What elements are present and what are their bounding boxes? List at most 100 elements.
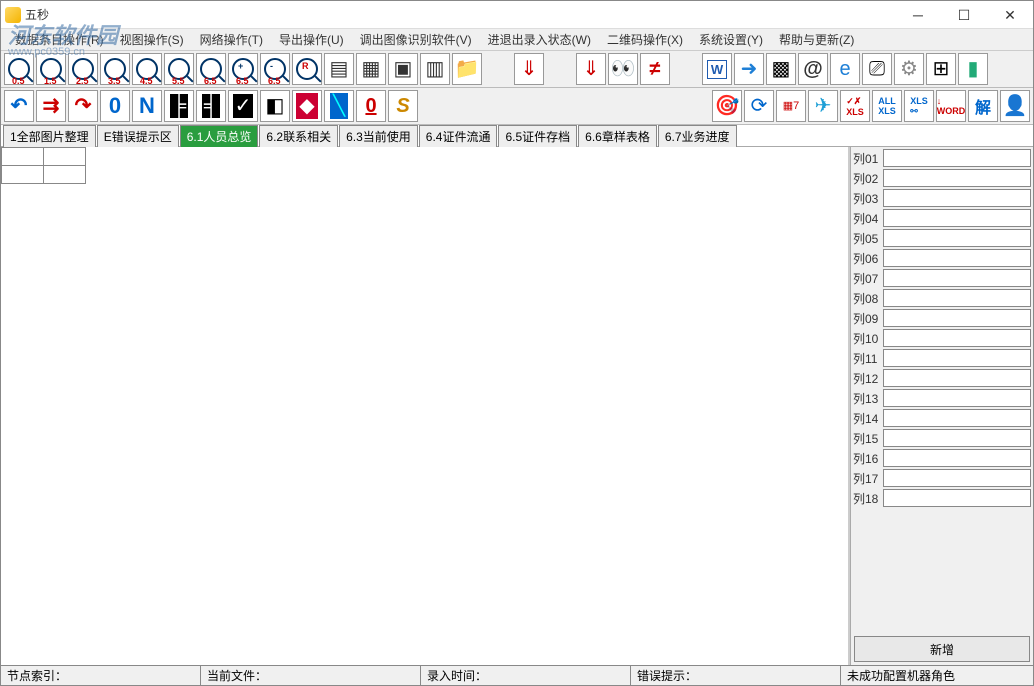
redo-next-button[interactable]: ⇉ — [36, 90, 66, 122]
field-input[interactable] — [883, 269, 1031, 287]
split-button[interactable]: ◧ — [260, 90, 290, 122]
solve-button[interactable]: 解 — [968, 90, 998, 122]
s-button[interactable]: S — [388, 90, 418, 122]
menu-item[interactable]: 导出操作(U) — [271, 29, 352, 50]
calendar-icon[interactable]: ▦7 — [776, 90, 806, 122]
field-input[interactable] — [883, 449, 1031, 467]
field-input[interactable] — [883, 289, 1031, 307]
at-icon[interactable]: @ — [798, 53, 828, 85]
settings-icon[interactable]: ⚙ — [894, 53, 924, 85]
not-equal-button[interactable]: ≠ — [640, 53, 670, 85]
maximize-button[interactable]: ☐ — [941, 1, 987, 29]
word-icon[interactable]: W — [702, 53, 732, 85]
diag-button[interactable]: ╲ — [324, 90, 354, 122]
magnifier-button[interactable]: -6.5 — [260, 53, 290, 85]
check-button[interactable]: ✓ — [228, 90, 258, 122]
refresh-icon[interactable]: 🎯 — [712, 90, 742, 122]
menu-item[interactable]: 调出图像识别软件(V) — [352, 29, 480, 50]
folder-button[interactable]: 📁 — [452, 53, 482, 85]
magnifier-button[interactable]: R — [292, 53, 322, 85]
field-input[interactable] — [883, 349, 1031, 367]
minimize-button[interactable]: ─ — [895, 1, 941, 29]
magnifier-button[interactable]: 3.5 — [100, 53, 130, 85]
add-button[interactable]: 新增 — [854, 636, 1030, 662]
tab[interactable]: E错误提示区 — [97, 125, 179, 147]
toolbar-row-2: ↶⇉↷0N╞╡✓◧◆╲0S🎯⟳▦7✈✓✗XLSALLXLSXLS⚯↓WORD解👤 — [1, 88, 1033, 125]
xls-all-icon[interactable]: ALLXLS — [872, 90, 902, 122]
magnifier-button[interactable]: 0.5 — [4, 53, 34, 85]
field-input[interactable] — [883, 469, 1031, 487]
grid-cell[interactable] — [44, 166, 86, 184]
menu-item[interactable]: 二维码操作(X) — [599, 29, 691, 50]
tab[interactable]: 6.4证件流通 — [419, 125, 498, 147]
tab[interactable]: 6.3当前使用 — [339, 125, 418, 147]
menu-item[interactable]: 进退出录入状态(W) — [480, 29, 599, 50]
down-button[interactable]: ⇓ — [514, 53, 544, 85]
grid-cell[interactable] — [44, 148, 86, 166]
magnifier-button[interactable]: +6.5 — [228, 53, 258, 85]
ruler-icon[interactable]: ⊞ — [926, 53, 956, 85]
align2-button[interactable]: ╡ — [196, 90, 226, 122]
align1-button[interactable]: ╞ — [164, 90, 194, 122]
tab[interactable]: 6.2联系相关 — [259, 125, 338, 147]
calc-button[interactable]: ▣ — [388, 53, 418, 85]
server-icon[interactable]: ▮ — [958, 53, 988, 85]
grid-cell[interactable] — [2, 166, 44, 184]
tab[interactable]: 1全部图片整理 — [3, 125, 96, 147]
tab[interactable]: 6.7业务进度 — [658, 125, 737, 147]
grid-cell[interactable] — [2, 148, 44, 166]
menu-item[interactable]: 视图操作(S) — [112, 29, 192, 50]
magnifier-button[interactable]: 6.5 — [196, 53, 226, 85]
user-icon[interactable]: 👤 — [1000, 90, 1030, 122]
menu-item[interactable]: 数据条目操作(R) — [7, 29, 112, 50]
grid-area[interactable] — [1, 147, 850, 665]
list2-button[interactable]: ▦ — [356, 53, 386, 85]
field-input[interactable] — [883, 429, 1031, 447]
bars-button[interactable]: ▥ — [420, 53, 450, 85]
redo-button[interactable]: ↷ — [68, 90, 98, 122]
field-row: 列05 — [853, 229, 1031, 247]
qrcode-icon[interactable]: ▩ — [766, 53, 796, 85]
mark-button[interactable]: ◆ — [292, 90, 322, 122]
menu-item[interactable]: 帮助与更新(Z) — [771, 29, 862, 50]
field-input[interactable] — [883, 369, 1031, 387]
browser-icon[interactable]: e — [830, 53, 860, 85]
menu-item[interactable]: 系统设置(Y) — [691, 29, 771, 50]
magnifier-button[interactable]: 5.5 — [164, 53, 194, 85]
menu-item[interactable]: 网络操作(T) — [192, 29, 271, 50]
xls-check-icon[interactable]: ✓✗XLS — [840, 90, 870, 122]
data-grid[interactable] — [1, 147, 86, 184]
magnifier-button[interactable]: 2.5 — [68, 53, 98, 85]
word-down-icon[interactable]: ↓WORD — [936, 90, 966, 122]
xls-link-icon[interactable]: XLS⚯ — [904, 90, 934, 122]
field-input[interactable] — [883, 189, 1031, 207]
zero-red-button[interactable]: 0 — [356, 90, 386, 122]
magnifier-button[interactable]: 1.5 — [36, 53, 66, 85]
send-icon[interactable]: ✈ — [808, 90, 838, 122]
gap-button[interactable]: ⇓ — [576, 53, 606, 85]
tab[interactable]: 6.1人员总览 — [180, 125, 259, 147]
zero-button[interactable]: 0 — [100, 90, 130, 122]
field-input[interactable] — [883, 489, 1031, 507]
n-button[interactable]: N — [132, 90, 162, 122]
field-input[interactable] — [883, 389, 1031, 407]
magnifier-button[interactable]: 4.5 — [132, 53, 162, 85]
list-button[interactable]: ▤ — [324, 53, 354, 85]
field-label: 列09 — [853, 310, 883, 327]
eyes-button[interactable]: 👀 — [608, 53, 638, 85]
device-icon[interactable]: ⎚ — [862, 53, 892, 85]
field-input[interactable] — [883, 229, 1031, 247]
field-input[interactable] — [883, 329, 1031, 347]
export-icon[interactable]: ➜ — [734, 53, 764, 85]
tab[interactable]: 6.5证件存档 — [498, 125, 577, 147]
field-input[interactable] — [883, 409, 1031, 427]
field-input[interactable] — [883, 149, 1031, 167]
undo-button[interactable]: ↶ — [4, 90, 34, 122]
field-input[interactable] — [883, 249, 1031, 267]
field-input[interactable] — [883, 209, 1031, 227]
field-input[interactable] — [883, 169, 1031, 187]
sync-icon[interactable]: ⟳ — [744, 90, 774, 122]
tab[interactable]: 6.6章样表格 — [578, 125, 657, 147]
close-button[interactable]: ✕ — [987, 1, 1033, 29]
field-input[interactable] — [883, 309, 1031, 327]
